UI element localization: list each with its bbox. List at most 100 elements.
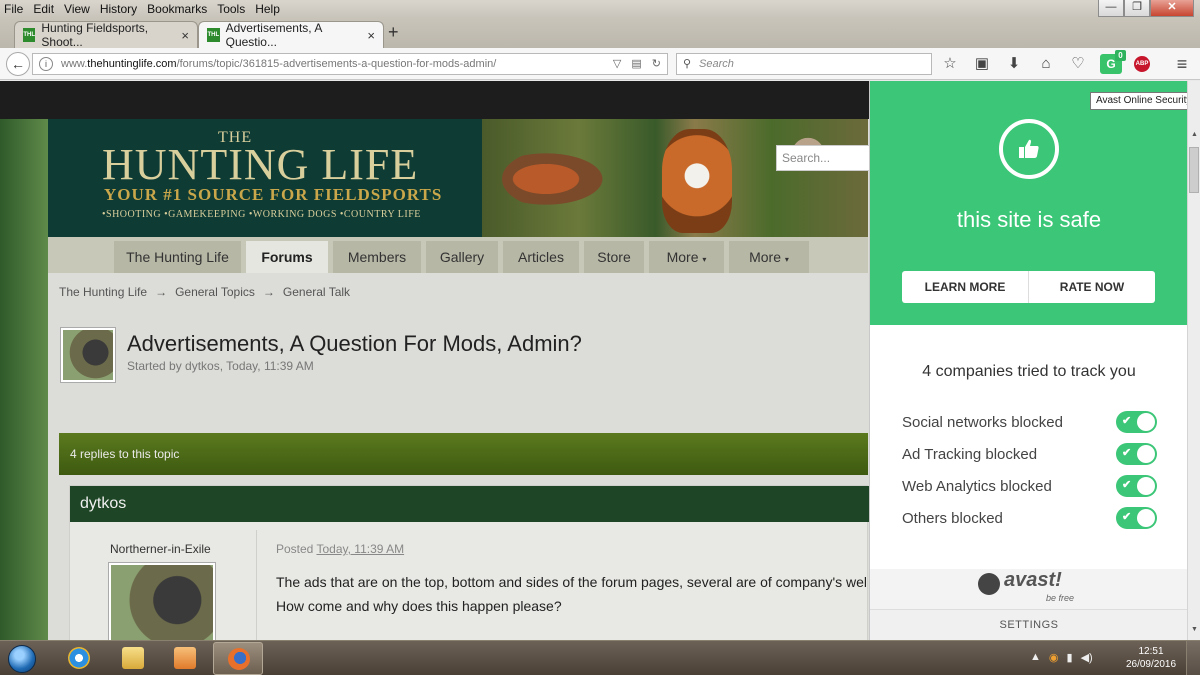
bookmark-star-icon[interactable]: ☆: [940, 54, 960, 74]
post-divider: [256, 530, 257, 640]
start-button[interactable]: [2, 642, 42, 675]
nav-members[interactable]: Members: [333, 241, 421, 273]
search-placeholder: Search: [699, 58, 734, 70]
new-tab-button[interactable]: +: [388, 22, 399, 43]
scroll-up-icon[interactable]: ▲: [1189, 131, 1200, 145]
check-icon: ✔: [1122, 511, 1132, 523]
nav-gallery[interactable]: Gallery: [426, 241, 498, 273]
firefox-icon: [228, 648, 250, 670]
breadcrumb-item[interactable]: General Topics: [175, 285, 255, 299]
menu-view[interactable]: View: [64, 2, 90, 16]
url-host: thehuntinglife.com: [87, 58, 177, 70]
volume-icon[interactable]: ◀): [1081, 651, 1093, 664]
others-toggle[interactable]: ✔: [1116, 507, 1157, 529]
menu-history[interactable]: History: [100, 2, 137, 16]
nav-store[interactable]: Store: [584, 241, 644, 273]
post-author-header[interactable]: dytkos: [70, 486, 869, 522]
close-tab-icon[interactable]: ×: [367, 28, 375, 43]
pocket-icon[interactable]: ♡: [1068, 54, 1088, 74]
menu-tools[interactable]: Tools: [217, 2, 245, 16]
posted-time-link[interactable]: Today, 11:39 AM: [316, 542, 404, 556]
taskbar-firefox[interactable]: [213, 642, 263, 675]
network-icon[interactable]: ▮: [1067, 651, 1073, 664]
menu-bar: File Edit View History Bookmarks Tools H…: [0, 0, 1200, 18]
taskbar-file-explorer[interactable]: [108, 642, 158, 675]
settings-button[interactable]: SETTINGS: [870, 609, 1187, 640]
back-button[interactable]: ←: [6, 52, 30, 76]
dropdown-arrow-icon[interactable]: ▽: [613, 54, 621, 74]
clock-time: 12:51: [1138, 646, 1164, 657]
breadcrumb-item[interactable]: The Hunting Life: [59, 285, 147, 299]
tab-title: Advertisements, A Questio...: [225, 21, 322, 49]
hamburger-menu-icon[interactable]: ≡: [1172, 54, 1192, 74]
site-header: THE HUNTING LIFE YOUR #1 SOURCE FOR FIEL…: [48, 119, 868, 237]
nav-articles[interactable]: Articles: [503, 241, 579, 273]
ad-tracking-toggle[interactable]: ✔: [1116, 443, 1157, 465]
avast-popup-panel: this site is safe LEARN MORE RATE NOW 4 …: [869, 81, 1187, 640]
menu-file[interactable]: File: [4, 2, 23, 16]
learn-more-button[interactable]: LEARN MORE: [902, 271, 1028, 303]
url-bar[interactable]: i www.thehuntinglife.com/forums/topic/36…: [32, 53, 668, 75]
search-input[interactable]: ⚲ Search: [676, 53, 932, 75]
rate-now-button[interactable]: RATE NOW: [1028, 271, 1155, 303]
scroll-thumb[interactable]: [1189, 147, 1199, 193]
avast-extension-button[interactable]: G0: [1100, 50, 1126, 74]
taskbar-internet-explorer[interactable]: [54, 642, 104, 675]
home-icon[interactable]: ⌂: [1036, 54, 1056, 74]
search-icon: ⚲: [683, 58, 692, 70]
menu-edit[interactable]: Edit: [33, 2, 54, 16]
scroll-down-icon[interactable]: ▼: [1189, 626, 1200, 640]
extension-tooltip: Avast Online Security: [1090, 92, 1198, 110]
nav-more-label: More: [666, 249, 699, 265]
site-favicon-icon: THL: [207, 28, 220, 42]
site-search-input[interactable]: Search...: [776, 145, 870, 171]
maximize-button[interactable]: ❐: [1124, 0, 1150, 17]
check-icon: ✔: [1122, 415, 1132, 427]
reader-view-icon[interactable]: ▤: [631, 54, 641, 74]
tab-advertisements[interactable]: THL Advertisements, A Questio... ×: [198, 21, 384, 49]
page-scrollbar[interactable]: ▲ ▼: [1187, 81, 1200, 640]
tab-title: Hunting Fieldsports, Shoot...: [41, 21, 149, 49]
adblock-plus-icon[interactable]: ABP: [1134, 56, 1150, 72]
taskbar-media-player[interactable]: [160, 642, 210, 675]
avast-logo: avast! be free: [978, 569, 1078, 609]
nav-more-2[interactable]: More ▾: [729, 241, 809, 273]
breadcrumb-item[interactable]: General Talk: [283, 285, 350, 299]
chevron-down-icon: ▾: [702, 255, 707, 264]
check-icon: ✔: [1122, 447, 1132, 459]
internet-explorer-icon: [68, 647, 90, 669]
post-text-line: How come and why does this happen please…: [276, 598, 562, 614]
reading-list-icon[interactable]: ▣: [972, 54, 992, 74]
web-analytics-toggle[interactable]: ✔: [1116, 475, 1157, 497]
toggle-row-ad-tracking: Ad Tracking blocked ✔: [902, 443, 1157, 467]
toggle-label: Ad Tracking blocked: [902, 446, 1038, 463]
topic-author-avatar[interactable]: [60, 327, 116, 383]
side-background: [0, 119, 48, 640]
windows-logo-icon: [8, 645, 36, 673]
minimize-button[interactable]: —: [1098, 0, 1124, 17]
tab-hunting-fieldsports[interactable]: THL Hunting Fieldsports, Shoot... ×: [14, 21, 198, 49]
avast-tagline: be free: [1046, 593, 1075, 603]
download-icon[interactable]: ⬇: [1004, 54, 1024, 74]
close-window-button[interactable]: ✕: [1150, 0, 1194, 17]
site-logo-title[interactable]: HUNTING LIFE: [102, 139, 418, 190]
menu-help[interactable]: Help: [255, 2, 280, 16]
info-icon[interactable]: i: [39, 57, 53, 71]
social-networks-toggle[interactable]: ✔: [1116, 411, 1157, 433]
breadcrumb-arrow-icon: →: [155, 285, 168, 299]
breadcrumb: The Hunting Life → General Topics → General …: [59, 285, 350, 299]
close-tab-icon[interactable]: ×: [181, 28, 189, 43]
taskbar-clock[interactable]: 12:51 26/09/2016: [1124, 645, 1178, 671]
forum-post: dytkos Northerner-in-Exile Posted Today,…: [69, 485, 869, 640]
nav-the-hunting-life[interactable]: The Hunting Life: [114, 241, 241, 273]
show-desktop-button[interactable]: [1186, 641, 1200, 675]
nav-forums[interactable]: Forums: [246, 241, 328, 273]
avast-tray-icon[interactable]: ◉: [1049, 651, 1059, 664]
post-author-avatar[interactable]: [108, 562, 216, 640]
show-hidden-icons-icon[interactable]: ▲: [1030, 651, 1041, 664]
menu-bookmarks[interactable]: Bookmarks: [147, 2, 207, 16]
posted-label: Posted: [276, 542, 314, 556]
reload-icon[interactable]: ↻: [652, 54, 661, 74]
forum-content: The Hunting Life → General Topics → General …: [48, 273, 869, 640]
nav-more-1[interactable]: More ▾: [649, 241, 724, 273]
